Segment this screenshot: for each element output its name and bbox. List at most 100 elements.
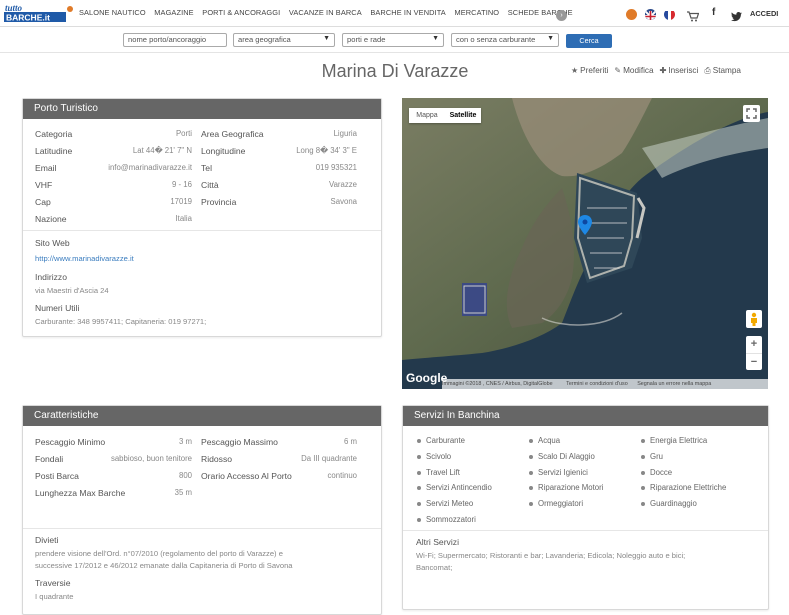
main-menu: SALONE NAUTICO MAGAZINE PORTI & ANCORAGG… — [79, 8, 581, 17]
nav-item-vacanze[interactable]: VACANZE IN BARCA — [289, 8, 362, 17]
service-item: Carburante — [417, 436, 465, 445]
field-label: VHF — [35, 180, 53, 190]
divieti-line-2: successive 17/2012 e 46/2012 emanate dal… — [35, 561, 293, 570]
service-label: Servizi Meteo — [426, 499, 474, 508]
map-pin-graphic — [578, 215, 592, 235]
bullet-icon — [417, 438, 421, 443]
nav-item-porti[interactable]: PORTI & ANCORAGGI — [202, 8, 280, 17]
fullscreen-icon[interactable] — [743, 105, 760, 122]
bullet-icon — [417, 470, 421, 475]
divider — [23, 230, 381, 231]
fr-flag-icon[interactable] — [664, 9, 675, 20]
field-label: Email — [35, 163, 57, 173]
service-label: Gru — [650, 452, 663, 461]
pencil-icon: ✎ — [614, 66, 622, 75]
porti-select[interactable]: porti e rade ▼ — [342, 33, 444, 47]
field-value: 17019 — [170, 197, 192, 206]
edit-label: Modifica — [623, 66, 654, 75]
field-label: Nazione — [35, 214, 67, 224]
bullet-icon — [641, 438, 645, 443]
field-value: Savona — [330, 197, 357, 206]
top-navigation: tutto BARCHE.it SALONE NAUTICO MAGAZINE … — [0, 0, 789, 27]
field-label: Pescaggio Massimo — [201, 437, 278, 447]
service-item: Docce — [641, 468, 672, 477]
altri-servizi-label: Altri Servizi — [416, 537, 459, 547]
carburante-select[interactable]: con o senza carburante ▼ — [451, 33, 559, 47]
port-name-input[interactable]: nome porto/ancoraggio — [123, 33, 227, 47]
insert-action[interactable]: ✚ Inserisci — [660, 66, 699, 76]
facebook-icon[interactable]: f — [712, 7, 715, 18]
service-label: Carburante — [426, 436, 466, 445]
field-value: 3 m — [179, 437, 192, 446]
tab-map[interactable]: Mappa — [409, 108, 445, 123]
bullet-icon — [641, 501, 645, 506]
service-item: Energia Elettrica — [641, 436, 707, 445]
website-link[interactable]: http://www.marinadivarazze.it — [35, 254, 134, 263]
area-select[interactable]: area geografica ▼ — [233, 33, 335, 47]
porto-panel-header: Porto Turistico — [23, 99, 381, 119]
logo-text-top: tutto — [5, 3, 23, 13]
divieti-label: Divieti — [35, 535, 59, 545]
field-value: 9 - 16 — [172, 180, 192, 189]
field-label: Fondali — [35, 454, 64, 464]
field-value: 6 m — [344, 437, 357, 446]
bullet-icon — [641, 485, 645, 490]
edit-action[interactable]: ✎ Modifica — [614, 66, 653, 76]
search-button[interactable]: Cerca — [566, 34, 612, 48]
star-icon: ★ — [571, 66, 579, 75]
print-action[interactable]: ⎙ Stampa — [704, 66, 741, 76]
field-value: 800 — [178, 471, 192, 480]
zoom-in-button[interactable]: + — [746, 336, 762, 353]
uk-flag-icon[interactable] — [645, 9, 656, 20]
field-label: Categoria — [35, 129, 73, 139]
field-label: Provincia — [201, 197, 237, 207]
service-label: Docce — [650, 468, 673, 477]
nav-item-salone[interactable]: SALONE NAUTICO — [79, 8, 146, 17]
traversie-value: I quadrante — [35, 592, 74, 601]
flame-icon[interactable] — [626, 9, 637, 20]
map-pin-icon[interactable] — [578, 215, 592, 240]
site-logo[interactable]: tutto BARCHE.it — [2, 3, 74, 23]
chevron-down-icon: ▼ — [547, 35, 554, 42]
nav-item-mercatino[interactable]: MERCATINO — [454, 8, 499, 17]
field-label: Longitudine — [201, 146, 246, 156]
field-value: 35 m — [174, 488, 192, 497]
nav-item-magazine[interactable]: MAGAZINE — [154, 8, 193, 17]
nav-item-barche-vendita[interactable]: BARCHE IN VENDITA — [370, 8, 445, 17]
more-menu-icon[interactable]: › — [556, 10, 567, 21]
field-label: Pescaggio Minimo — [35, 437, 106, 447]
satellite-map[interactable]: Mappa Satellite + − Google Immagini ©201… — [402, 98, 768, 389]
print-icon: ⎙ — [704, 66, 711, 75]
favorites-action[interactable]: ★ Preferiti — [571, 66, 608, 76]
field-value: info@marinadivarazze.it — [108, 163, 192, 172]
login-link[interactable]: ACCEDI — [750, 9, 778, 18]
map-report-link[interactable]: Segnala un errore nella mappa — [637, 381, 711, 387]
zoom-out-button[interactable]: − — [746, 353, 762, 370]
map-terms-link[interactable]: Termini e condizioni d'uso — [566, 381, 628, 387]
street-view-graphic — [751, 312, 757, 326]
street-view-icon[interactable] — [746, 310, 762, 328]
bullet-icon — [417, 517, 421, 522]
insert-label: Inserisci — [668, 66, 699, 75]
service-label: Travel Lift — [426, 468, 460, 477]
service-label: Guardinaggio — [650, 499, 697, 508]
service-label: Energia Elettrica — [650, 436, 708, 445]
uk-flag-graphic — [645, 10, 656, 20]
cart-icon[interactable] — [687, 9, 700, 22]
tab-satellite[interactable]: Satellite — [445, 108, 481, 123]
fullscreen-graphic — [746, 108, 757, 119]
website-label: Sito Web — [35, 238, 70, 248]
service-item: Ormeggiatori — [529, 499, 583, 508]
field-value: continuo — [327, 471, 357, 480]
fr-flag-graphic — [664, 11, 675, 20]
service-item: Scalo Di Alaggio — [529, 452, 595, 461]
twitter-icon[interactable] — [731, 9, 742, 22]
service-label: Acqua — [538, 436, 561, 445]
bullet-icon — [529, 454, 533, 459]
bullet-icon — [641, 470, 645, 475]
service-label: Scalo Di Alaggio — [538, 452, 595, 461]
map-attribution-bar: Immagini ©2018 , CNES / Airbus, DigitalG… — [442, 379, 768, 389]
favorites-label: Preferiti — [580, 66, 609, 75]
field-value: Da III quadrante — [301, 454, 357, 463]
service-label: Servizi Antincendio — [426, 483, 492, 492]
